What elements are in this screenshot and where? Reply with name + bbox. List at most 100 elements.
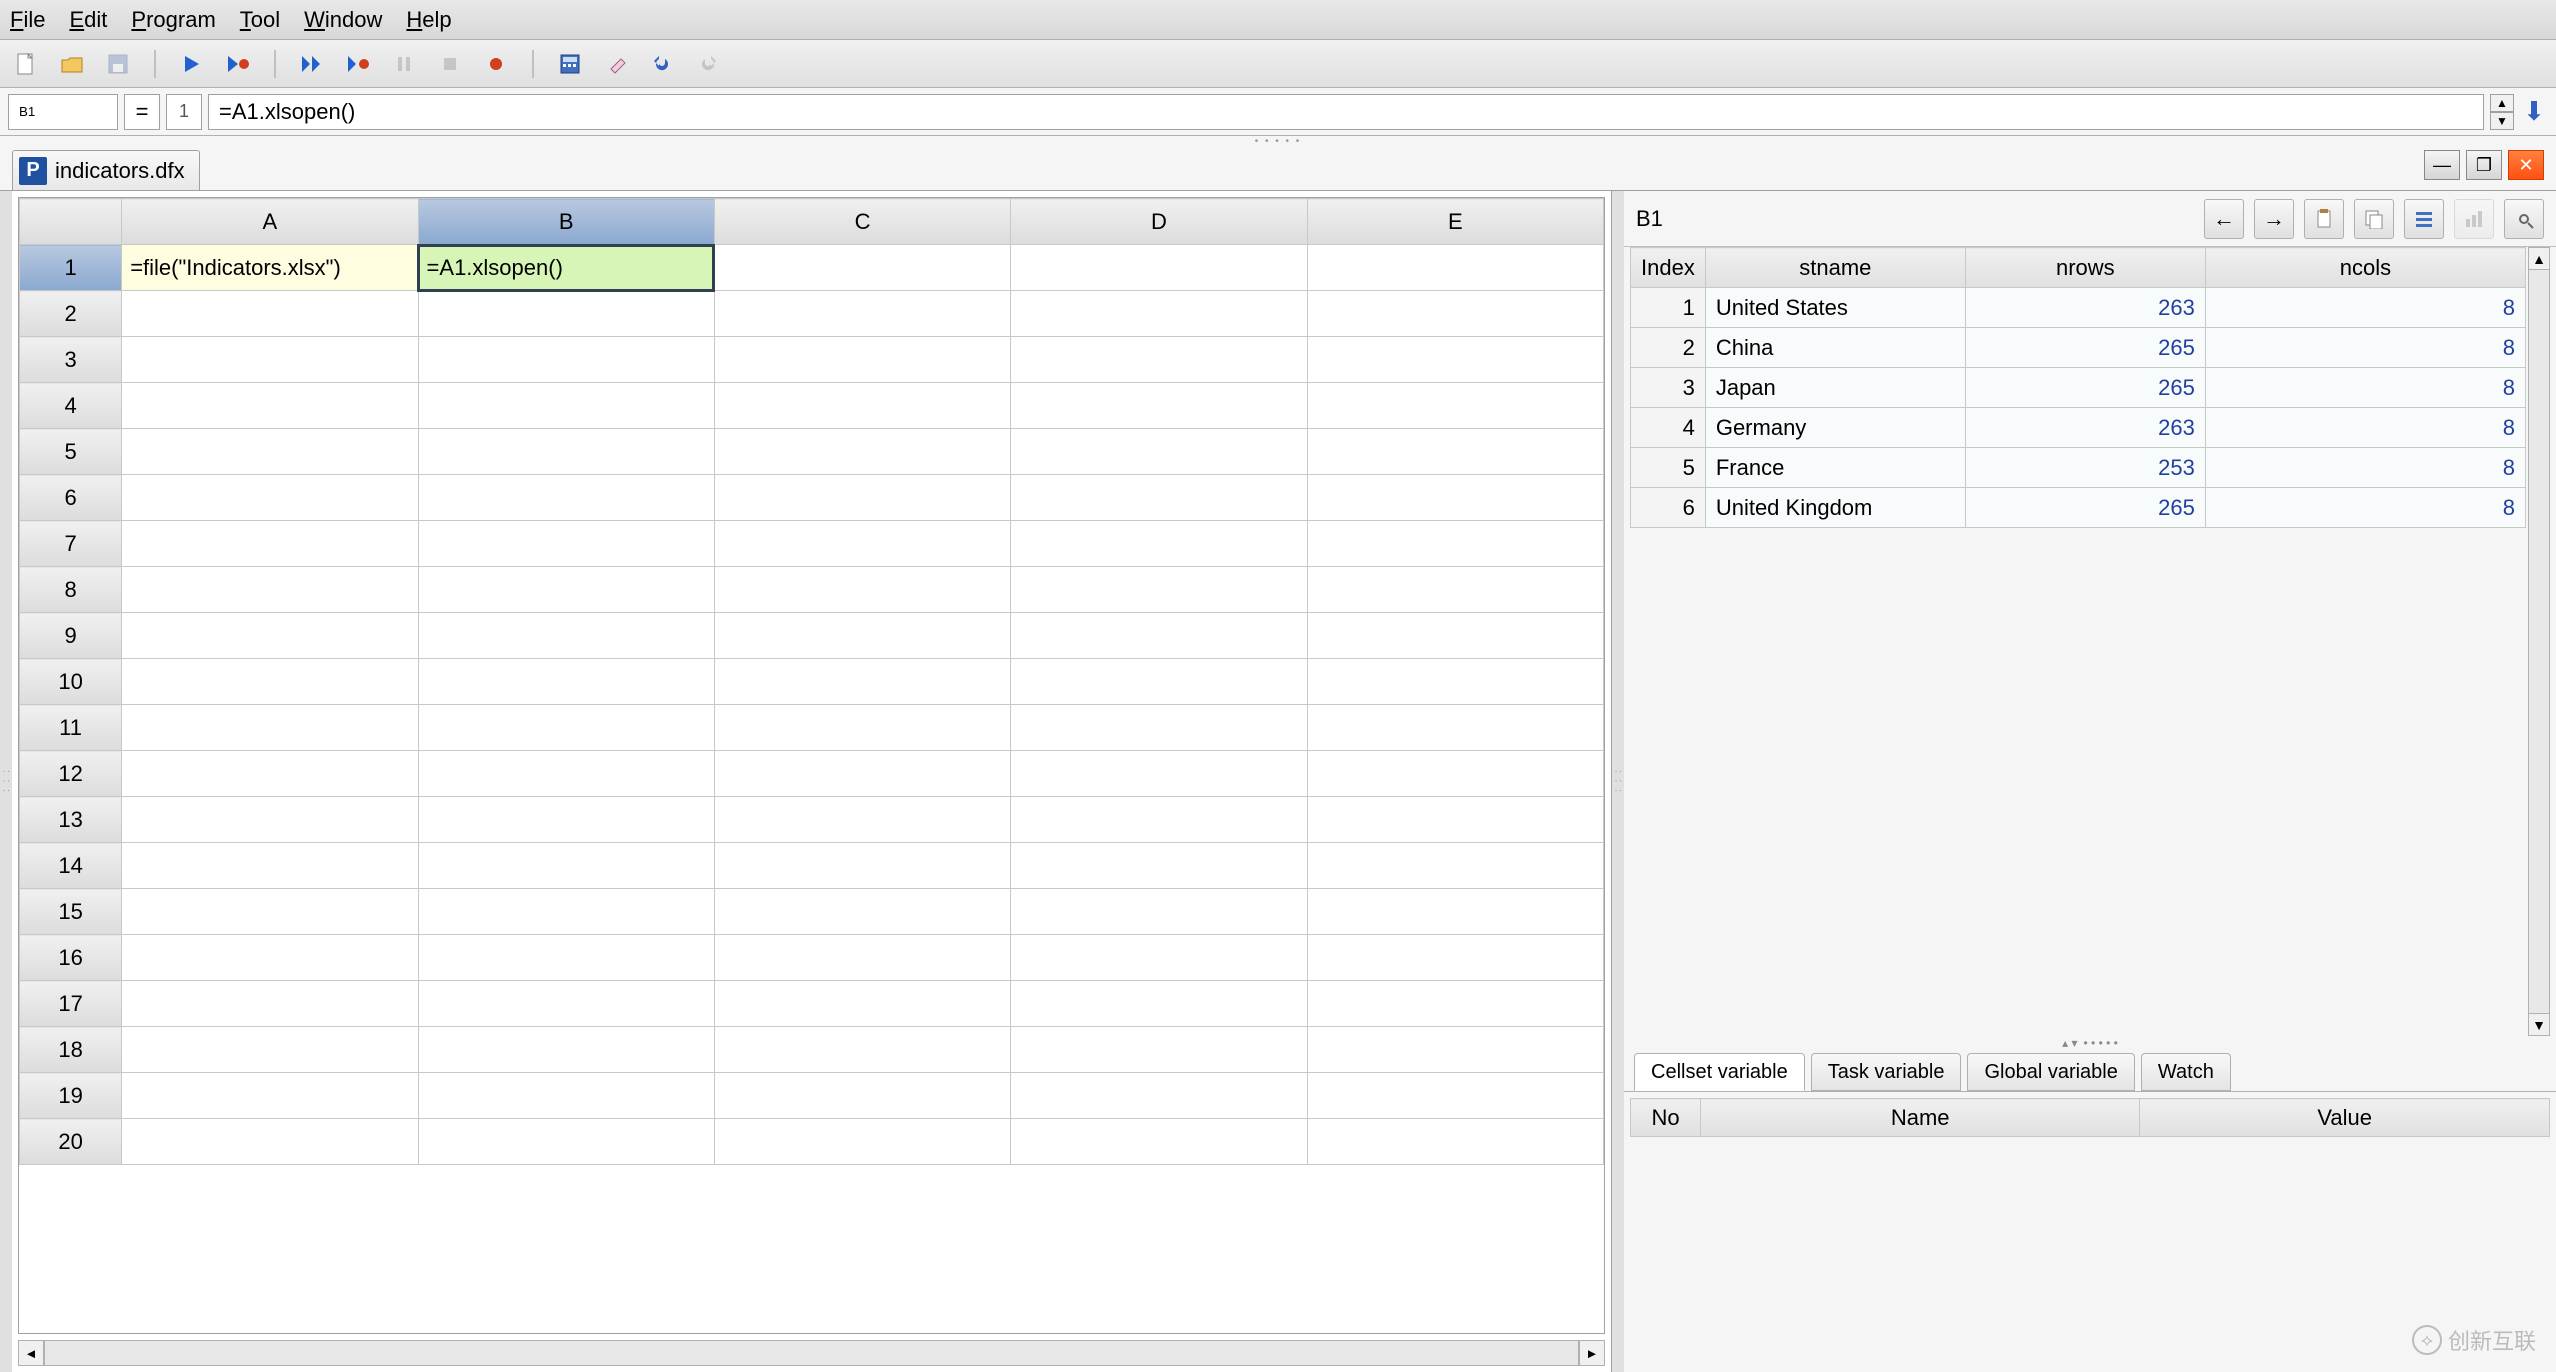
menu-program[interactable]: Program <box>131 7 215 33</box>
cell[interactable] <box>1307 751 1603 797</box>
data-table-scrollbar[interactable]: ▲ ▼ <box>2528 247 2550 1036</box>
breakpoint-icon[interactable] <box>480 48 512 80</box>
cell[interactable] <box>1307 291 1603 337</box>
row-header-10[interactable]: 10 <box>20 659 122 705</box>
cell[interactable] <box>122 935 418 981</box>
cell[interactable] <box>122 659 418 705</box>
cell[interactable] <box>1307 613 1603 659</box>
row-header-5[interactable]: 5 <box>20 429 122 475</box>
vt-col-no[interactable]: No <box>1631 1099 1701 1137</box>
cell[interactable] <box>714 245 1010 291</box>
cell[interactable] <box>122 337 418 383</box>
cell[interactable] <box>714 935 1010 981</box>
cell[interactable] <box>1011 843 1307 889</box>
cell[interactable] <box>1011 337 1307 383</box>
calculator-icon[interactable] <box>554 48 586 80</box>
cell[interactable] <box>1307 843 1603 889</box>
stop-icon[interactable] <box>434 48 466 80</box>
cell[interactable] <box>1307 797 1603 843</box>
row-header-6[interactable]: 6 <box>20 475 122 521</box>
menu-window[interactable]: Window <box>304 7 382 33</box>
run-breakpoint-icon[interactable] <box>222 48 254 80</box>
results-splitter[interactable]: ▴ ▾• • • • • <box>1624 1036 2556 1050</box>
cell[interactable] <box>1011 935 1307 981</box>
cell[interactable] <box>1307 337 1603 383</box>
undo-icon[interactable] <box>646 48 678 80</box>
row-header-3[interactable]: 3 <box>20 337 122 383</box>
open-file-icon[interactable] <box>56 48 88 80</box>
step-over-icon[interactable] <box>296 48 328 80</box>
cell[interactable] <box>1307 705 1603 751</box>
cell[interactable] <box>714 751 1010 797</box>
row-header-13[interactable]: 13 <box>20 797 122 843</box>
cell[interactable] <box>418 797 714 843</box>
table-row[interactable]: 2China2658 <box>1631 328 2526 368</box>
table-row[interactable]: 5France2538 <box>1631 448 2526 488</box>
settings-icon[interactable] <box>2504 199 2544 239</box>
scroll-down-icon[interactable]: ▼ <box>2529 1013 2549 1035</box>
col-header-a[interactable]: A <box>122 199 418 245</box>
scroll-left-icon[interactable]: ◄ <box>18 1340 44 1366</box>
cell[interactable] <box>418 843 714 889</box>
row-header-15[interactable]: 15 <box>20 889 122 935</box>
variable-table[interactable]: No Name Value <box>1630 1098 2550 1137</box>
cell[interactable] <box>418 981 714 1027</box>
horizontal-scrollbar[interactable]: ◄ ► <box>18 1340 1605 1366</box>
tab-task-variable[interactable]: Task variable <box>1811 1053 1962 1091</box>
menu-tool[interactable]: Tool <box>240 7 280 33</box>
row-header-17[interactable]: 17 <box>20 981 122 1027</box>
cell[interactable] <box>418 751 714 797</box>
cell[interactable] <box>122 981 418 1027</box>
col-header-c[interactable]: C <box>714 199 1010 245</box>
save-icon[interactable] <box>102 48 134 80</box>
data-table[interactable]: Index stname nrows ncols 1United States2… <box>1630 247 2526 528</box>
row-header-9[interactable]: 9 <box>20 613 122 659</box>
cell[interactable] <box>418 475 714 521</box>
splitter[interactable]: : : : <box>1612 191 1624 1372</box>
cell[interactable] <box>418 1027 714 1073</box>
cell[interactable] <box>1307 475 1603 521</box>
list-view-icon[interactable] <box>2404 199 2444 239</box>
row-header-8[interactable]: 8 <box>20 567 122 613</box>
row-header-11[interactable]: 11 <box>20 705 122 751</box>
cell[interactable] <box>418 429 714 475</box>
cell[interactable] <box>714 843 1010 889</box>
horizontal-grip[interactable]: • • • • • <box>0 136 2556 146</box>
cell[interactable] <box>122 797 418 843</box>
cell[interactable] <box>1307 429 1603 475</box>
step-into-icon[interactable] <box>342 48 374 80</box>
cell[interactable] <box>122 889 418 935</box>
cell[interactable] <box>714 475 1010 521</box>
maximize-button[interactable]: ❐ <box>2466 150 2502 180</box>
cell[interactable] <box>418 1073 714 1119</box>
cell[interactable] <box>1307 383 1603 429</box>
tab-cellset-variable[interactable]: Cellset variable <box>1634 1053 1805 1091</box>
select-all-corner[interactable] <box>20 199 122 245</box>
chart-icon[interactable] <box>2454 199 2494 239</box>
dt-col-index[interactable]: Index <box>1631 248 1706 288</box>
cell[interactable] <box>418 521 714 567</box>
cell[interactable] <box>1307 659 1603 705</box>
cell[interactable] <box>1307 521 1603 567</box>
menu-help[interactable]: Help <box>406 7 451 33</box>
scroll-up-icon[interactable]: ▲ <box>2529 248 2549 270</box>
cell[interactable] <box>418 383 714 429</box>
table-row[interactable]: 3Japan2658 <box>1631 368 2526 408</box>
cell[interactable] <box>418 659 714 705</box>
spin-up-icon[interactable]: ▲ <box>2490 94 2514 112</box>
cell[interactable] <box>418 1119 714 1165</box>
cell[interactable] <box>418 567 714 613</box>
scroll-right-icon[interactable]: ► <box>1579 1340 1605 1366</box>
cell[interactable] <box>714 521 1010 567</box>
cell[interactable] <box>1011 245 1307 291</box>
cell[interactable] <box>1011 613 1307 659</box>
cell[interactable] <box>122 521 418 567</box>
dt-col-ncols[interactable]: ncols <box>2205 248 2525 288</box>
cell[interactable] <box>1011 1119 1307 1165</box>
minimize-button[interactable]: — <box>2424 150 2460 180</box>
pause-icon[interactable] <box>388 48 420 80</box>
cell[interactable] <box>1011 751 1307 797</box>
formula-spin[interactable]: ▲ ▼ <box>2490 94 2514 130</box>
row-header-2[interactable]: 2 <box>20 291 122 337</box>
cell[interactable] <box>714 429 1010 475</box>
